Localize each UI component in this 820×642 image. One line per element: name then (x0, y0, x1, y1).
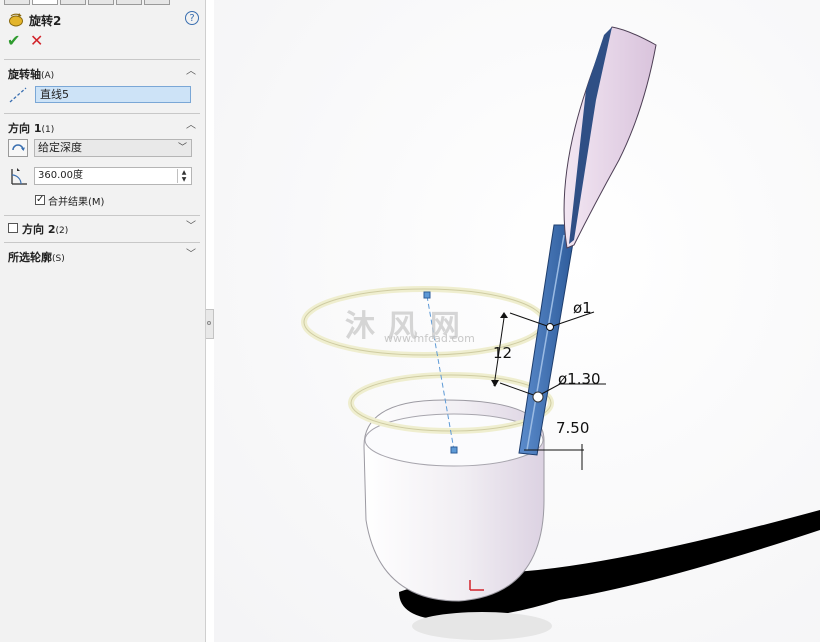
bowl-reflection (412, 612, 552, 640)
feature-header: 旋转2 ? (7, 10, 199, 28)
chevron-up-icon[interactable]: ︿ (186, 121, 196, 131)
chevron-down-icon: ﹀ (177, 143, 187, 153)
section-title-axis-suffix: (A) (41, 71, 55, 81)
tab-property-manager[interactable] (32, 0, 58, 5)
section-title-axis[interactable]: 旋转轴(A) (8, 66, 54, 82)
help-icon[interactable]: ? (185, 11, 199, 25)
dimension-diameter-2[interactable]: ø1.30 (558, 370, 601, 388)
chevron-down-icon[interactable]: ﹀ (186, 222, 196, 232)
axis-endpoint-bottom[interactable] (450, 446, 458, 454)
chevron-down-icon[interactable]: ﹀ (186, 250, 196, 260)
section-title-direction2-label: 方向 2 (22, 223, 56, 236)
tab-extra[interactable] (144, 0, 170, 5)
section-divider (4, 215, 200, 216)
section-title-contours-suffix: (S) (52, 254, 65, 264)
direction2-checkbox[interactable] (8, 223, 18, 233)
tab-configuration-manager[interactable] (60, 0, 86, 5)
revolve-feature-icon (9, 13, 23, 27)
angle-value: 360.00度 (38, 170, 83, 181)
section-title-direction2[interactable]: 方向 2(2) (22, 221, 68, 237)
ok-button[interactable]: ✔ (7, 33, 23, 49)
handle-grip-icon (207, 321, 211, 325)
tab-display-manager[interactable] (116, 0, 142, 5)
end-condition-value: 给定深度 (38, 141, 82, 154)
section-title-axis-label: 旋转轴 (8, 68, 41, 81)
section-title-contours-label: 所选轮廓 (8, 251, 52, 264)
feature-title: 旋转2 (29, 14, 62, 28)
panel-collapse-handle[interactable] (206, 309, 214, 339)
dimension-diameter-1[interactable]: ø1 (573, 299, 592, 317)
merge-result-checkbox[interactable]: ✓ (35, 195, 45, 205)
model-canvas (214, 0, 820, 642)
section-title-direction1[interactable]: 方向 1(1) (8, 120, 54, 136)
merge-result-label: 合并结果(M) (48, 197, 105, 208)
dimension-width[interactable]: 7.50 (556, 419, 589, 437)
dimension-anchor-d2[interactable] (532, 391, 544, 403)
reverse-direction-icon[interactable] (8, 139, 28, 157)
section-title-direction2-suffix: (2) (55, 226, 69, 236)
manager-tabs (0, 0, 206, 6)
section-divider (4, 242, 200, 243)
chevron-up-icon[interactable]: ︿ (186, 67, 196, 77)
tab-feature-manager[interactable] (4, 0, 30, 5)
dimension-height[interactable]: 12 (493, 344, 512, 362)
axis-selection-field[interactable]: 直线5 (35, 86, 191, 103)
dimension-anchor-d1[interactable] (546, 323, 554, 331)
axis-line-icon (9, 87, 27, 103)
angle-icon (11, 168, 27, 185)
tab-dim-expert[interactable] (88, 0, 114, 5)
watermark-url: www.mfcad.com (384, 332, 475, 345)
angle-input[interactable]: 360.00度 ▲ ▼ (34, 167, 192, 185)
cancel-button[interactable]: ✕ (30, 33, 46, 49)
section-divider (4, 59, 200, 60)
axis-endpoint-top[interactable] (423, 291, 431, 299)
graphics-viewport[interactable]: ø1 12 ø1.30 7.50 沐 风 网 www.mfcad.com (214, 0, 820, 642)
section-title-direction1-suffix: (1) (41, 125, 55, 135)
section-divider (4, 113, 200, 114)
section-title-contours[interactable]: 所选轮廓(S) (8, 249, 65, 265)
angle-spinner[interactable]: ▲ ▼ (177, 169, 190, 183)
end-condition-select[interactable]: 给定深度 ﹀ (34, 139, 192, 157)
section-title-direction1-label: 方向 1 (8, 122, 42, 135)
property-manager: 旋转2 ? ✔ ✕ 旋转轴(A) ︿ 直线5 方向 1(1) ︿ 给定深度 ﹀ … (0, 0, 206, 642)
